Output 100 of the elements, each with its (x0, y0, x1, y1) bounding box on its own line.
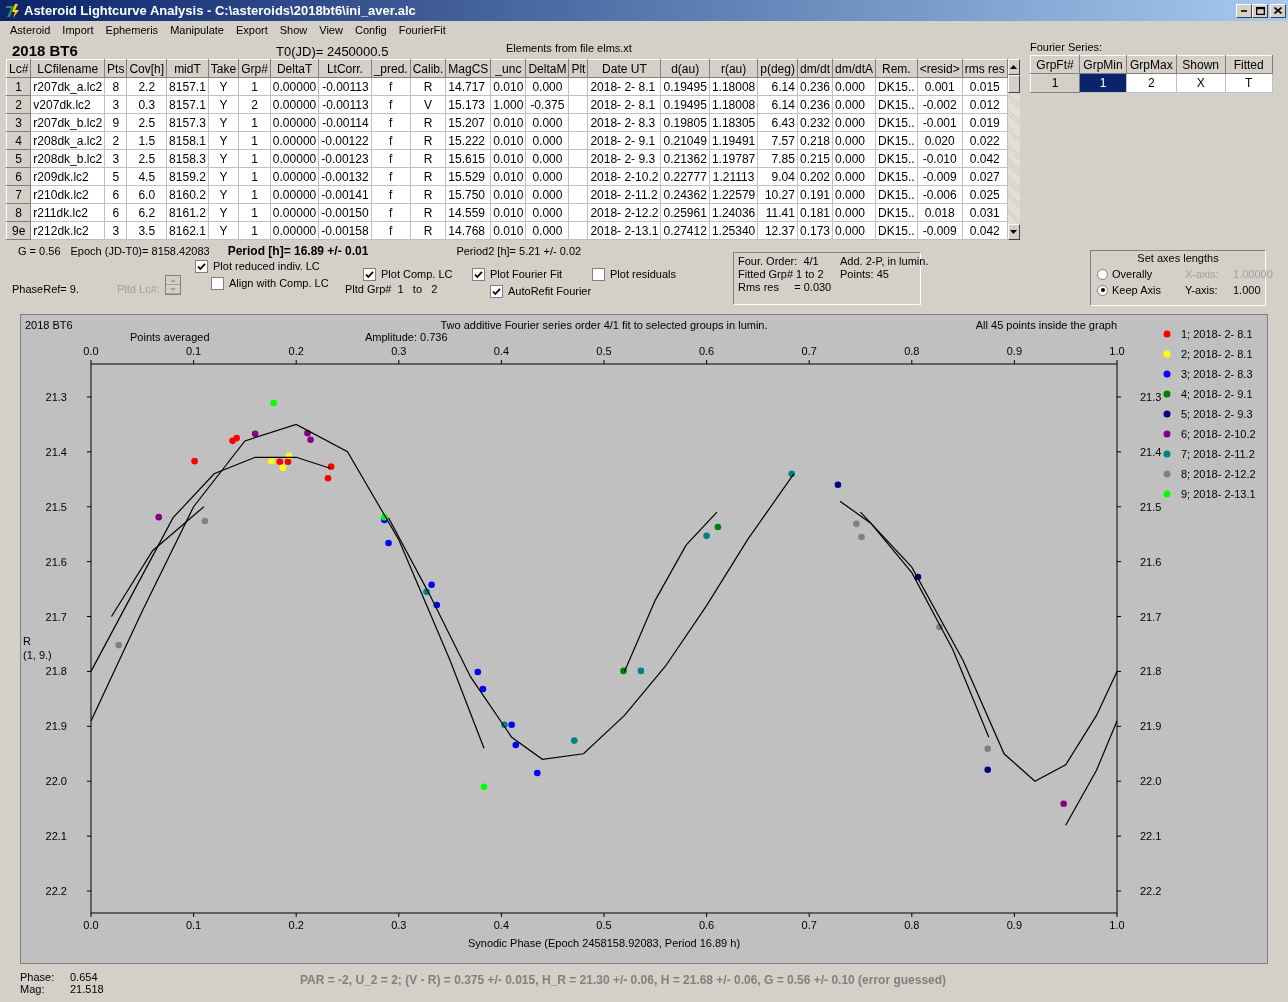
table-cell: 0.19495 (661, 77, 710, 96)
table-cell: 1.000 (490, 95, 526, 114)
table-cell: 0.00000 (270, 113, 319, 132)
axis-value: 1.000 (1233, 284, 1261, 296)
table-cell: 8162.1 (166, 221, 209, 240)
table-cell: 0.000 (832, 185, 876, 204)
table-cell: 6.14 (757, 95, 798, 114)
table-cell: 14.768 (445, 221, 491, 240)
table-cell: f (371, 77, 411, 96)
tick-label: 0.1 (185, 345, 202, 357)
table-cell: v207dk.lc2 (30, 95, 105, 114)
table-cell: 0.022 (962, 131, 1008, 150)
legend-label: 7; 2018- 2-11.2 (1181, 448, 1255, 460)
table-cell: DK15.. (875, 77, 918, 96)
elements-note: Elements from file elms.xt (506, 42, 632, 54)
chart-note: Amplitude: 0.736 (365, 331, 448, 343)
readout-value: 21.518 (70, 983, 105, 995)
tick-label: 22.2 (1140, 885, 1162, 898)
table-cell: 0.010 (490, 167, 526, 186)
table-cell: 0.27412 (661, 221, 710, 240)
tick-label: 21.5 (1140, 500, 1162, 513)
tick-label: 0.6 (698, 345, 715, 357)
table-cell: 0.000 (525, 77, 569, 96)
period2-value: Period2 [h]= 5.21 +/- 0.02 (456, 245, 582, 257)
table-cell: -0.001 (917, 113, 963, 132)
table-cell: Y (208, 77, 239, 96)
table-cell: 0.000 (525, 203, 569, 222)
table-cell: 1.18008 (709, 95, 758, 114)
table-cell: DK15.. (875, 221, 918, 240)
table-cell: 10.27 (757, 185, 798, 204)
readout-label: Mag: (20, 983, 46, 995)
table-cell: 8157.1 (166, 77, 209, 96)
table-cell: DK15.. (875, 185, 918, 204)
table-cell: f (371, 185, 411, 204)
table-cell: 8 (104, 77, 127, 96)
table-cell: 0.3 (126, 95, 167, 114)
table-cell: 1 (238, 149, 271, 168)
table-cell: 6 (104, 185, 127, 204)
table-cell: 2018- 2- 8.3 (587, 113, 661, 132)
table-cell: 0.012 (962, 95, 1008, 114)
table-cell: 0.19805 (661, 113, 710, 132)
table-cell: 2018- 2- 9.3 (587, 149, 661, 168)
panel-label: Fourier Series: (1030, 41, 1104, 53)
table-cell: 0.00000 (270, 77, 319, 96)
tick-label: 22.0 (45, 775, 67, 788)
table-cell: R (410, 131, 446, 150)
table-cell: Y (208, 167, 239, 186)
table-cell: 0.24362 (661, 185, 710, 204)
readout-label: Phase: (20, 971, 56, 983)
table-cell: R (410, 113, 446, 132)
table-cell: 0.000 (832, 95, 876, 114)
table-cell: 0.22777 (661, 167, 710, 186)
period-value: Period [h]= 16.89 +/- 0.01 (227, 244, 369, 258)
table-cell: 1.25340 (709, 221, 758, 240)
legend-label: 1; 2018- 2- 8.1 (1181, 328, 1253, 340)
table-cell: DK15.. (875, 149, 918, 168)
table-cell: -0.00113 (318, 77, 372, 96)
table-cell: 0.236 (797, 77, 833, 96)
table-cell: f (371, 221, 411, 240)
table-cell: 1 (238, 167, 271, 186)
table-cell: 6.2 (126, 203, 167, 222)
table-cell: DK15.. (875, 131, 918, 150)
table-cell: 0.181 (797, 203, 833, 222)
table-cell: -0.010 (917, 149, 963, 168)
table-cell: -0.375 (525, 95, 569, 114)
table-cell: R (410, 167, 446, 186)
table-cell: Y (208, 131, 239, 150)
table-cell: 8158.3 (166, 149, 209, 168)
table-cell: -0.00150 (318, 203, 372, 222)
table-cell: 0.018 (917, 203, 963, 222)
table-cell: 12.37 (757, 221, 798, 240)
table-cell: 0.202 (797, 167, 833, 186)
tick-label: 0.2 (288, 919, 304, 931)
table-cell: 0.000 (832, 203, 876, 222)
table-cell: 0.000 (832, 77, 876, 96)
table-cell: 0.010 (490, 185, 526, 204)
table-cell: 0.010 (490, 113, 526, 132)
table-cell: DK15.. (875, 95, 918, 114)
status-text: PAR = -2, U_2 = 2; (V - R) = 0.375 +/- 0.015, H_R = 21.30 +/- 0.06, H = 21.68 +/- 0.06, G = 0.56 +/- 0.10 (error guessed) (300, 973, 947, 987)
table-cell: 0.19495 (661, 95, 710, 114)
tick-label: 21.7 (45, 610, 67, 623)
table-cell: 0.042 (962, 221, 1008, 240)
table-cell: 0.000 (832, 113, 876, 132)
tick-label: 0.8 (904, 919, 920, 931)
table-cell: 0.010 (490, 149, 526, 168)
table-cell: 15.222 (445, 131, 491, 150)
table-cell: Y (208, 221, 239, 240)
table-cell: 0.000 (525, 167, 569, 186)
tick-label: 22.2 (45, 885, 67, 898)
tick-label: 0.7 (801, 345, 817, 357)
chart-title: Two additive Fourier series order 4/1 fit to selected groups in lumin. (440, 319, 768, 331)
table-cell: 0.025 (962, 185, 1008, 204)
fit-info-text: Add. 2-P, in lumin. (840, 255, 929, 267)
fit-info-text: Four. Order: 4/1 (738, 255, 820, 267)
table-cell: 0.25961 (661, 203, 710, 222)
window-title: Asteroid Lightcurve Analysis - C:\asteroids\2018bt6\ini_aver.alc (24, 3, 417, 18)
tick-label: 21.6 (45, 555, 67, 568)
chart-note: All 45 points inside the graph (975, 319, 1117, 331)
table-cell: 1 (238, 203, 271, 222)
table-cell: 0.020 (917, 131, 963, 150)
